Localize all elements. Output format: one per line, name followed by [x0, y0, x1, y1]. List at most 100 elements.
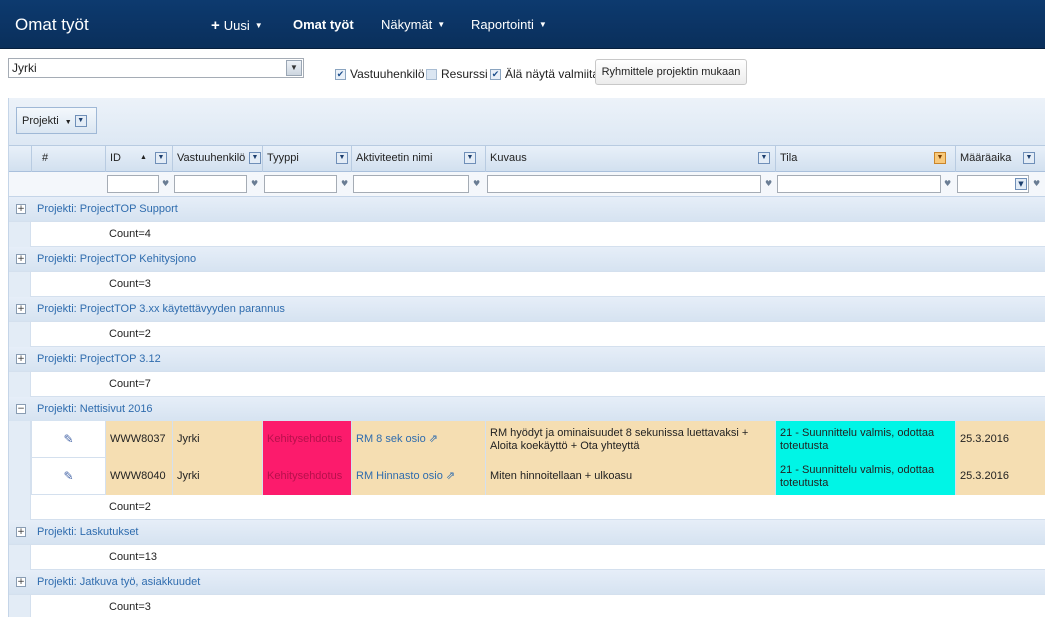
- filter-dropdown-icon[interactable]: ▼: [758, 152, 770, 164]
- group-footer: Count=7: [9, 372, 1045, 397]
- group-header[interactable]: + Projekti: ProjectTOP 3.12: [9, 347, 1045, 372]
- expand-icon[interactable]: +: [16, 254, 26, 264]
- top-navbar: Omat työt + Uusi ▼ Omat työt Näkymät ▼ Rapo…: [0, 0, 1045, 49]
- checkbox-empty-icon: [426, 68, 437, 80]
- nav-my-work[interactable]: Omat työt: [293, 17, 354, 32]
- group-header[interactable]: + Projekti: ProjectTOP 3.xx käytettävyyde…: [9, 297, 1045, 322]
- edit-icon[interactable]: ✎: [36, 470, 101, 483]
- col-header-due-date[interactable]: Määräaika ▼: [955, 146, 1045, 172]
- edit-cell[interactable]: ✎: [31, 458, 105, 495]
- edit-icon[interactable]: ✎: [36, 433, 101, 446]
- filter-input-due-date[interactable]: ▼: [957, 175, 1029, 193]
- group-header[interactable]: + Projekti: Jatkuva työ, asiakkuudet: [9, 570, 1045, 595]
- description-line: Aloita koekäyttö + Ota yhteyttä: [490, 439, 640, 452]
- col-header-number[interactable]: #: [31, 146, 105, 172]
- external-link-icon[interactable]: ⇗: [429, 433, 438, 446]
- group-chip-label: Projekti: [22, 115, 59, 127]
- group-header[interactable]: + Projekti: ProjectTOP Support: [9, 197, 1045, 222]
- filter-icon[interactable]: ♥: [473, 179, 480, 188]
- group-title: Projekti: ProjectTOP 3.12: [37, 353, 161, 365]
- group-header[interactable]: + Projekti: Laskutukset: [9, 520, 1045, 545]
- filter-icon[interactable]: ♥: [341, 179, 348, 188]
- group-header[interactable]: − Projekti: Nettisivut 2016: [9, 397, 1045, 422]
- filter-input-type[interactable]: [264, 175, 337, 193]
- group-chip-projekti[interactable]: Projekti ▼ ▼: [16, 107, 97, 134]
- cell-description: RM hyödyt ja ominaisuudet 8 sekunissa lu…: [485, 421, 775, 458]
- checkbox-label: Vastuuhenkilö: [350, 67, 425, 81]
- activity-link[interactable]: RM 8 sek osio: [356, 433, 426, 446]
- edit-cell[interactable]: ✎: [31, 421, 105, 458]
- filter-dropdown-icon[interactable]: ▼: [464, 152, 476, 164]
- group-by-project-button[interactable]: Ryhmittele projektin mukaan: [595, 59, 747, 85]
- filter-icon[interactable]: ♥: [162, 179, 169, 188]
- description-line: RM hyödyt ja ominaisuudet 8 sekunissa lu…: [490, 426, 749, 439]
- filter-dropdown-icon[interactable]: ▼: [249, 152, 261, 164]
- group-header[interactable]: + Projekti: ProjectTOP Kehitysjono: [9, 247, 1045, 272]
- col-header-description[interactable]: Kuvaus ▼: [485, 146, 775, 172]
- group-panel: Projekti ▼ ▼: [9, 98, 1045, 146]
- col-header-label: Tyyppi: [267, 152, 299, 164]
- filter-dropdown-icon[interactable]: ▼: [155, 152, 167, 164]
- group-footer: Count=2: [9, 322, 1045, 347]
- group-footer: Count=13: [9, 545, 1045, 570]
- status-line: toteutusta: [780, 476, 829, 489]
- filter-active-icon[interactable]: ▼: [934, 152, 946, 164]
- filter-input-id[interactable]: [107, 175, 159, 193]
- activity-link[interactable]: RM Hinnasto osio: [356, 470, 443, 483]
- app-brand[interactable]: Omat työt: [15, 15, 89, 35]
- filter-input-description[interactable]: [487, 175, 761, 193]
- col-header-owner[interactable]: Vastuuhenkilö ▼: [172, 146, 262, 172]
- expand-icon[interactable]: +: [16, 527, 26, 537]
- checkbox-label: Resurssi: [441, 67, 488, 81]
- col-header-activity[interactable]: Aktiviteetin nimi ▼: [351, 146, 485, 172]
- group-count: Count=13: [109, 551, 158, 563]
- filter-input-activity[interactable]: [353, 175, 469, 193]
- filter-dropdown-icon[interactable]: ▼: [336, 152, 348, 164]
- checkbox-resurssi[interactable]: Resurssi: [426, 67, 488, 81]
- table-row[interactable]: ✎ WWW8040 Jyrki Kehitysehdotus RM Hinnas…: [9, 458, 1045, 495]
- nav-views-menu[interactable]: Näkymät ▼: [381, 17, 445, 32]
- expand-icon[interactable]: +: [16, 304, 26, 314]
- cell-id: WWW8037: [105, 421, 172, 458]
- nav-views-label: Näkymät: [381, 17, 433, 32]
- filter-icon[interactable]: ♥: [1033, 179, 1040, 188]
- column-header-row: # ID ▲ ▼ Vastuuhenkilö ▼ Tyyppi ▼ Aktiviteet…: [9, 146, 1045, 172]
- filter-input-status[interactable]: [777, 175, 941, 193]
- expand-icon[interactable]: +: [16, 354, 26, 364]
- cell-owner: Jyrki: [172, 421, 262, 458]
- cell-id: WWW8040: [105, 458, 172, 495]
- cell-activity[interactable]: RM 8 sek osio ⇗: [351, 421, 485, 458]
- filter-icon[interactable]: ♥: [251, 179, 258, 188]
- col-header-type[interactable]: Tyyppi ▼: [262, 146, 351, 172]
- checkbox-vastuuhenkilo[interactable]: ✔ Vastuuhenkilö: [335, 67, 425, 81]
- filter-icon[interactable]: ♥: [765, 179, 772, 188]
- cell-status: 21 - Suunnittelu valmis, odottaa toteutus…: [775, 421, 955, 458]
- filter-icon[interactable]: ♥: [944, 179, 951, 188]
- col-header-id[interactable]: ID ▲ ▼: [105, 146, 172, 172]
- col-header-label: #: [42, 152, 49, 164]
- user-select[interactable]: Jyrki ▼: [8, 58, 304, 78]
- col-header-status[interactable]: Tila ▼: [775, 146, 955, 172]
- filter-input-owner[interactable]: [174, 175, 247, 193]
- group-footer: Count=4: [9, 222, 1045, 247]
- group-count: Count=4: [109, 228, 151, 240]
- nav-reporting-menu[interactable]: Raportointi ▼: [471, 17, 547, 32]
- expand-icon[interactable]: +: [16, 204, 26, 214]
- col-header-label: Kuvaus: [490, 152, 527, 164]
- table-row[interactable]: ✎ WWW8037 Jyrki Kehitysehdotus RM 8 sek …: [9, 421, 1045, 458]
- group-title: Projekti: Nettisivut 2016: [37, 403, 153, 415]
- col-header-label: Aktiviteetin nimi: [356, 152, 433, 164]
- dropdown-arrow-icon[interactable]: ▼: [286, 60, 302, 76]
- caret-down-icon: ▼: [254, 21, 263, 30]
- external-link-icon[interactable]: ⇗: [446, 470, 455, 483]
- expand-icon[interactable]: +: [16, 577, 26, 587]
- cell-type: Kehitysehdotus: [262, 421, 351, 458]
- cell-activity[interactable]: RM Hinnasto osio ⇗: [351, 458, 485, 495]
- dropdown-icon[interactable]: ▼: [74, 115, 87, 128]
- filter-dropdown-icon[interactable]: ▼: [1023, 152, 1035, 164]
- date-dropdown-icon[interactable]: ▼: [1015, 178, 1027, 190]
- collapse-icon[interactable]: −: [16, 404, 26, 414]
- nav-new-menu[interactable]: + Uusi ▼: [211, 17, 263, 34]
- checkbox-hide-completed[interactable]: ✔ Älä näytä valmiita: [490, 67, 599, 81]
- col-header-label: Tila: [780, 152, 798, 164]
